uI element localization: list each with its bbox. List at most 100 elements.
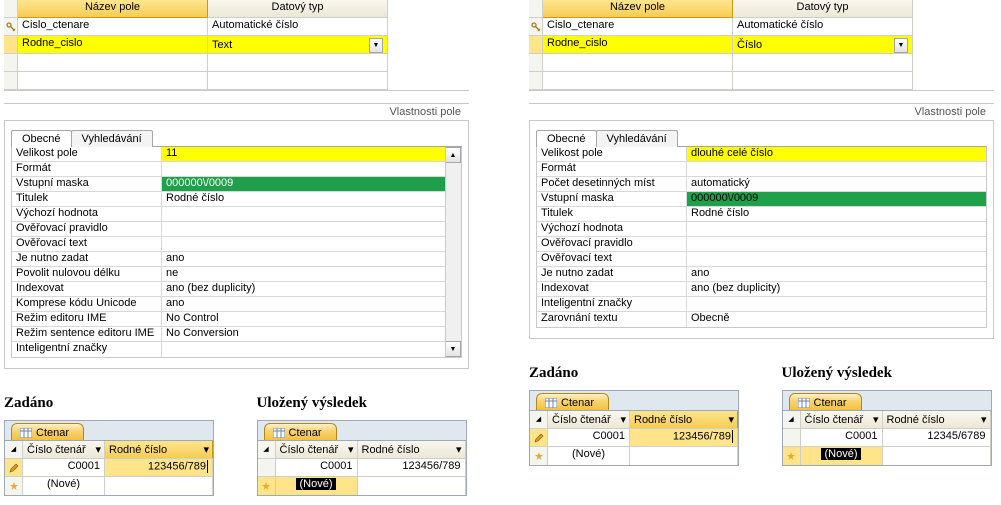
ds-id-cell[interactable]: C0001 <box>23 459 105 476</box>
property-row[interactable]: Indexovatano (bez duplicity) <box>12 282 461 297</box>
blank-cell[interactable] <box>18 72 208 90</box>
property-row[interactable]: Vstupní maska000000\/0009 <box>12 177 461 192</box>
property-value[interactable]: No Control <box>162 312 461 326</box>
ds-col2-header[interactable]: Rodné číslo ▾ <box>358 441 466 458</box>
property-row[interactable]: TitulekRodné číslo <box>12 192 461 207</box>
grid-corner[interactable] <box>4 0 18 18</box>
property-value[interactable] <box>162 237 461 251</box>
property-row[interactable]: Indexovatano (bez duplicity) <box>537 282 986 297</box>
property-value[interactable] <box>687 252 986 266</box>
property-value[interactable]: ano <box>687 267 986 281</box>
property-value[interactable] <box>162 342 461 357</box>
property-value[interactable] <box>687 162 986 176</box>
property-row[interactable]: Je nutno zadatano <box>537 267 986 282</box>
ds-col2-header[interactable]: Rodné číslo ▾ <box>883 411 991 428</box>
blank-cell[interactable] <box>208 54 388 72</box>
property-row[interactable]: Výchozí hodnota <box>537 222 986 237</box>
property-row[interactable]: Je nutno zadatano <box>12 252 461 267</box>
row-selector-key[interactable] <box>4 18 18 36</box>
scroll-up-icon[interactable]: ▲ <box>446 147 461 163</box>
ds-corner[interactable]: ◢ <box>258 441 276 458</box>
ds-new-row-icon[interactable] <box>783 447 801 465</box>
ds-new-cell[interactable] <box>883 447 991 465</box>
ds-value-cell[interactable]: 12345/6789 <box>883 429 991 446</box>
blank-cell[interactable] <box>733 72 913 90</box>
ds-value-cell[interactable]: 123456/789 <box>630 429 738 446</box>
row-selector-blank[interactable] <box>529 72 543 90</box>
tab-lookup[interactable]: Vyhledávání <box>71 130 153 147</box>
ds-new-cell[interactable] <box>105 477 213 495</box>
blank-cell[interactable] <box>18 54 208 72</box>
field-type-cell[interactable]: Číslo ▼ <box>733 36 913 54</box>
property-value[interactable]: ano <box>162 252 461 266</box>
column-header-name[interactable]: Název pole <box>543 0 733 18</box>
property-value[interactable]: ano <box>162 297 461 311</box>
field-name-cell[interactable]: Rodne_cislo <box>543 36 733 54</box>
dropdown-arrow-icon[interactable]: ▼ <box>894 38 908 53</box>
ds-value-cell[interactable]: 123456/789 <box>105 459 213 476</box>
grid-corner[interactable] <box>529 0 543 18</box>
field-type-cell[interactable]: Automatické číslo <box>208 18 388 36</box>
ds-new-row-icon[interactable] <box>258 477 276 495</box>
column-header-type[interactable]: Datový typ <box>208 0 388 18</box>
ds-col1-header[interactable]: Číslo čtenář ▾ <box>801 411 883 428</box>
ds-new-cell[interactable]: (Nové) <box>548 447 630 465</box>
ds-id-cell[interactable]: C0001 <box>548 429 630 446</box>
property-value[interactable]: dlouhé celé číslo <box>687 147 986 161</box>
ds-new-cell[interactable] <box>630 447 738 465</box>
datasheet-tab[interactable]: Ctenar <box>11 423 84 440</box>
property-row[interactable]: Komprese kódu Unicodeano <box>12 297 461 312</box>
field-type-cell[interactable]: Text ▼ <box>208 36 388 54</box>
property-value[interactable] <box>687 222 986 236</box>
ds-new-row-icon[interactable] <box>530 447 548 465</box>
datasheet-tab[interactable]: Ctenar <box>264 423 337 440</box>
property-row[interactable]: Režim sentence editoru IMENo Conversion <box>12 327 461 342</box>
ds-row-editing-icon[interactable] <box>5 459 23 476</box>
ds-new-cell[interactable]: (Nové) <box>801 447 883 465</box>
tab-general[interactable]: Obecné <box>536 130 597 147</box>
ds-col1-header[interactable]: Číslo čtenář ▾ <box>548 411 630 428</box>
ds-new-cell[interactable]: (Nové) <box>23 477 105 495</box>
row-selector-current[interactable] <box>529 36 543 54</box>
property-value[interactable]: 11 <box>162 147 461 161</box>
property-row[interactable]: Inteligentní značky <box>537 297 986 312</box>
property-value[interactable]: ne <box>162 267 461 281</box>
scroll-down-icon[interactable]: ▼ <box>446 341 461 357</box>
ds-col1-header[interactable]: Číslo čtenář ▾ <box>23 441 105 458</box>
property-value[interactable]: 000000\/0009 <box>162 177 461 191</box>
tab-lookup[interactable]: Vyhledávání <box>596 130 678 147</box>
blank-cell[interactable] <box>543 72 733 90</box>
row-selector-current[interactable] <box>4 36 18 54</box>
column-header-name[interactable]: Název pole <box>18 0 208 18</box>
ds-corner[interactable]: ◢ <box>530 411 548 428</box>
property-value[interactable]: Rodné číslo <box>162 192 461 206</box>
blank-cell[interactable] <box>543 54 733 72</box>
ds-value-cell[interactable]: 123456/789 <box>358 459 466 476</box>
dropdown-arrow-icon[interactable]: ▼ <box>369 38 383 53</box>
property-row[interactable]: Povolit nulovou délkune <box>12 267 461 282</box>
ds-id-cell[interactable]: C0001 <box>801 429 883 446</box>
tab-general[interactable]: Obecné <box>11 130 72 147</box>
property-value[interactable]: ano (bez duplicity) <box>162 282 461 296</box>
blank-cell[interactable] <box>733 54 913 72</box>
property-value[interactable] <box>162 207 461 221</box>
property-row[interactable]: Režim editoru IMENo Control <box>12 312 461 327</box>
property-row[interactable]: Inteligentní značky <box>12 342 461 357</box>
field-name-cell[interactable]: Rodne_cislo <box>18 36 208 54</box>
property-row[interactable]: Ověřovací pravidlo <box>12 222 461 237</box>
property-row[interactable]: Vstupní maska000000\/0009 <box>537 192 986 207</box>
scrollbar[interactable]: ▲ ▼ <box>445 147 461 357</box>
ds-id-cell[interactable]: C0001 <box>276 459 358 476</box>
ds-col2-header[interactable]: Rodné číslo ▾ <box>105 441 213 458</box>
property-value[interactable]: Rodné číslo <box>687 207 986 221</box>
ds-row-selector[interactable] <box>783 429 801 446</box>
property-row[interactable]: Ověřovací text <box>12 237 461 252</box>
row-selector-blank[interactable] <box>4 72 18 90</box>
property-row[interactable]: Velikost pole11 <box>12 147 461 162</box>
property-row[interactable]: Formát <box>537 162 986 177</box>
property-row[interactable]: Zarovnání textuObecně <box>537 312 986 327</box>
column-header-type[interactable]: Datový typ <box>733 0 913 18</box>
field-name-cell[interactable]: Cislo_ctenare <box>18 18 208 36</box>
property-value[interactable] <box>162 222 461 236</box>
property-value[interactable]: Obecně <box>687 312 986 327</box>
